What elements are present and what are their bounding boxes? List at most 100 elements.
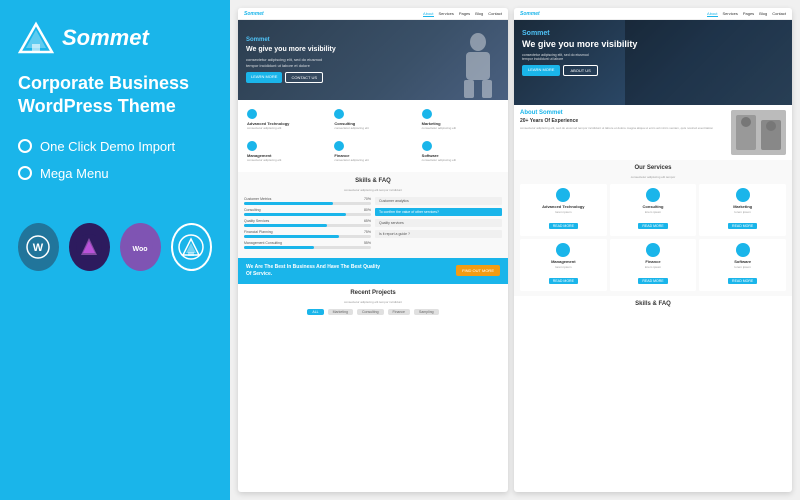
service-text-1: consectetur adipiscing elit [334, 127, 411, 131]
hero-person-silhouette [458, 30, 498, 100]
faq-question-2: Quality services [375, 219, 502, 227]
right-service-5: Software lorem ipsum READ MORE [699, 239, 786, 291]
hero-brand-left: Sommet [246, 37, 336, 43]
projects-subtitle: consectetur adipiscing elit tempor incid… [244, 300, 502, 304]
filter-finance[interactable]: Finance [388, 309, 410, 315]
right-hero-headline: We give you more visibility [522, 39, 784, 50]
features-list: One Click Demo Import Mega Menu [18, 139, 212, 193]
right-service-2: Marketing lorem ipsum READ MORE [699, 184, 786, 236]
skill-bar-1: Consulting 80% [244, 208, 371, 216]
right-service-icon-4 [646, 243, 660, 257]
preview-nav-right: Sommet About Services Pages Blog Contact [514, 8, 792, 20]
preview-about-right: About Sommet 20+ Years Of Experience con… [514, 105, 792, 160]
about-subtitle: 20+ Years Of Experience [520, 118, 726, 124]
right-service-text-0: lorem ipsum [524, 210, 603, 214]
read-more-3[interactable]: READ MORE [549, 278, 578, 284]
sommet-mountain-icon [171, 223, 212, 271]
service-item-5: Software consectetur adipiscing elit [419, 138, 502, 166]
skill-bar-4: Management Consulting 55% [244, 241, 371, 249]
faq-item-0: Customer analytics [375, 197, 502, 205]
service-icon-management [247, 141, 257, 151]
faq-col: Customer analytics To confirm the value … [375, 197, 502, 252]
faq-question-1: To confirm the value of other services? [375, 208, 502, 216]
preview-nav-logo-right: Sommet [520, 11, 540, 17]
read-more-1[interactable]: READ MORE [638, 223, 667, 229]
read-more-4[interactable]: READ MORE [638, 278, 667, 284]
skills-section-title: Skills & FAQ [244, 178, 502, 184]
preview-services-left: Advanced Technology consectetur adipisci… [238, 100, 508, 172]
right-service-icon-3 [556, 243, 570, 257]
feature-bullet-1 [18, 139, 32, 153]
read-more-0[interactable]: READ MORE [549, 223, 578, 229]
right-service-text-5: lorem ipsum [703, 265, 782, 269]
right-service-text-3: lorem ipsum [524, 265, 603, 269]
cta-button[interactable]: FIND OUT MORE [456, 265, 500, 276]
right-nav-link-blog: Blog [759, 11, 767, 17]
right-service-text-2: lorem ipsum [703, 210, 782, 214]
about-image [731, 110, 786, 155]
right-service-title-5: Software [703, 259, 782, 264]
right-nav-link-services: Services [723, 11, 738, 17]
skill-bar-0: Customer Metrics 70% [244, 197, 371, 205]
filter-consulting[interactable]: Consulting [357, 309, 384, 315]
right-service-text-4: lorem ipsum [614, 265, 693, 269]
right-services-title: Our Services [520, 165, 786, 171]
faq-item-1: To confirm the value of other services? [375, 208, 502, 216]
nav-link-about: About [423, 11, 433, 17]
right-hero-brand: Sommet [522, 30, 784, 37]
service-text-2: consectetur adipiscing elit [422, 127, 499, 131]
preview-hero-left: Sommet We give you more visibility conse… [238, 20, 508, 100]
right-panel: Sommet About Services Pages Blog Contact… [230, 0, 800, 500]
service-text-3: consectetur adipiscing elit [247, 159, 324, 163]
about-title: About Sommet [520, 110, 726, 116]
cta-text: We Are The Best In Business And Have The… [246, 264, 380, 278]
right-service-icon-5 [736, 243, 750, 257]
right-services-subtitle: consectetur adipiscing elit tempor [520, 175, 786, 179]
read-more-5[interactable]: READ MORE [728, 278, 757, 284]
right-service-icon-2 [736, 188, 750, 202]
service-item-3: Management consectetur adipiscing elit [244, 138, 327, 166]
filter-marketing[interactable]: Marketing [328, 309, 353, 315]
read-more-2[interactable]: READ MORE [728, 223, 757, 229]
right-service-title-1: Consulting [614, 204, 693, 209]
service-icon-consulting [334, 109, 344, 119]
preview-skills-right: Skills & FAQ [514, 296, 792, 316]
filter-all[interactable]: ALL [307, 309, 323, 315]
hero-text-left: Sommet We give you more visibility conse… [246, 37, 336, 82]
about-text: About Sommet 20+ Years Of Experience con… [520, 110, 726, 155]
hero-btn-contact[interactable]: CONTACT US [285, 72, 323, 83]
faq-question-3: Is it report a guide ? [375, 230, 502, 238]
preview-card-left[interactable]: Sommet About Services Pages Blog Contact… [238, 8, 508, 492]
about-body: consectetur adipiscing elit, sed do eius… [520, 126, 726, 130]
nav-link-pages: Pages [459, 11, 470, 17]
service-icon-marketing [422, 109, 432, 119]
service-item-0: Advanced Technology consectetur adipisci… [244, 106, 327, 134]
service-icon-tech [247, 109, 257, 119]
filter-sampling[interactable]: Sampling [414, 309, 439, 315]
hero-btn-learn[interactable]: LEARN MORE [246, 72, 282, 83]
right-service-title-4: Finance [614, 259, 693, 264]
feature-bullet-2 [18, 166, 32, 180]
faq-item-2: Quality services [375, 219, 502, 227]
faq-question-0: Customer analytics [375, 197, 502, 205]
preview-nav-links-left: About Services Pages Blog Contact [423, 11, 502, 17]
svg-text:Woo: Woo [133, 246, 148, 253]
preview-hero-right: Sommet We give you more visibility conse… [514, 20, 792, 105]
skill-bar-2: Quality Services 65% [244, 219, 371, 227]
preview-card-right[interactable]: Sommet About Services Pages Blog Contact… [514, 8, 792, 492]
right-service-3: Management lorem ipsum READ MORE [520, 239, 607, 291]
right-hero-buttons: LEARN MORE ABOUT US [522, 65, 784, 76]
logo-area: Sommet [18, 20, 212, 56]
right-hero-btn-learn[interactable]: LEARN MORE [522, 65, 560, 76]
right-service-title-2: Marketing [703, 204, 782, 209]
cta-banner: We Are The Best In Business And Have The… [238, 258, 508, 284]
preview-nav-logo-left: Sommet [244, 11, 264, 17]
right-service-1: Consulting lorem ipsum READ MORE [610, 184, 697, 236]
hero-subtext-left: consectetur adipiscing elit, sed do eius… [246, 57, 336, 67]
feature-item-2: Mega Menu [18, 166, 212, 181]
nav-link-blog: Blog [475, 11, 483, 17]
woocommerce-icon: Woo [120, 223, 161, 271]
preview-nav-left: Sommet About Services Pages Blog Contact [238, 8, 508, 20]
right-hero-btn-about[interactable]: ABOUT US [563, 65, 597, 76]
sommet-logo-icon [18, 20, 54, 56]
